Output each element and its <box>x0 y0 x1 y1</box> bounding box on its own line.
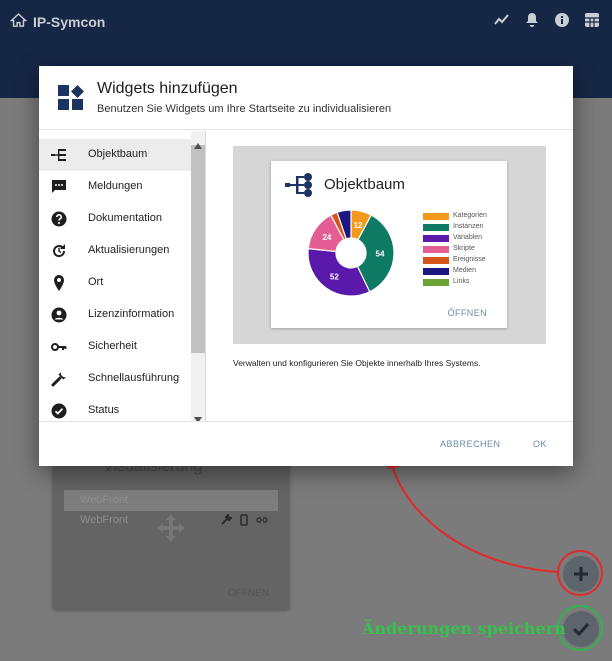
bell-icon[interactable] <box>524 12 540 28</box>
widget-item-label: Objektbaum <box>88 148 148 160</box>
ok-button[interactable]: OK <box>533 439 547 449</box>
account-icon <box>51 307 67 323</box>
widget-preview-panel: Objektbaum 12 54 52 24 Kategorien Instanzen V… <box>207 131 573 421</box>
brand[interactable]: IP-Symcon <box>9 12 106 32</box>
update-icon <box>51 243 67 259</box>
legend-swatch <box>423 235 449 242</box>
home-icon <box>9 12 28 32</box>
widget-item-meldungen[interactable]: Meldungen <box>39 171 191 203</box>
key-icon <box>51 339 67 355</box>
tree-icon <box>285 173 315 197</box>
widget-description: Verwalten und konfigurieren Sie Objekte … <box>233 358 481 368</box>
widget-item-label: Schnellausführung <box>88 372 180 384</box>
widget-item-objektbaum[interactable]: Objektbaum <box>39 139 191 171</box>
phone-icon[interactable] <box>238 513 250 531</box>
donut-slice-variablen <box>307 247 371 297</box>
plus-icon <box>574 567 588 581</box>
dialog-header: Widgets hinzufügen Benutzen Sie Widgets … <box>39 66 573 130</box>
dialog-subtitle: Benutzen Sie Widgets um Ihre Startseite … <box>97 103 392 115</box>
widget-item-ort[interactable]: Ort <box>39 267 191 299</box>
link-icon[interactable] <box>256 513 268 531</box>
visualization-open-button[interactable]: ÖFFNEN <box>228 588 269 599</box>
objects-donut-chart: 12 54 52 24 <box>307 209 395 297</box>
donut-data-label: 52 <box>330 273 339 282</box>
legend-entry: Medien <box>423 267 513 277</box>
scrollbar-thumb[interactable] <box>191 145 205 353</box>
scroll-down-arrow-icon[interactable] <box>194 410 202 421</box>
info-icon[interactable] <box>554 12 570 28</box>
widget-item-sicherheit[interactable]: Sicherheit <box>39 331 191 363</box>
donut-data-label: 24 <box>322 233 331 242</box>
app-title: IP-Symcon <box>33 14 106 30</box>
add-widgets-dialog: Widgets hinzufügen Benutzen Sie Widgets … <box>39 66 573 466</box>
save-changes-button[interactable] <box>563 611 599 647</box>
widget-item-label: Aktualisierungen <box>88 244 170 256</box>
widget-preview: Objektbaum 12 54 52 24 Kategorien Instanzen V… <box>233 146 546 344</box>
check-icon <box>572 622 590 637</box>
visualization-row-webfront[interactable]: WebFront <box>64 490 278 511</box>
grid-icon[interactable] <box>584 12 600 28</box>
legend-entry: Variablen <box>423 234 513 244</box>
legend-swatch <box>423 213 449 220</box>
widget-list: Objektbaum Meldungen Dokumentation Aktua… <box>39 131 206 421</box>
preview-card-title: Objektbaum <box>324 176 405 193</box>
legend-swatch <box>423 246 449 253</box>
widget-item-label: Status <box>88 404 120 416</box>
legend-label: Kategorien <box>453 212 487 219</box>
help-icon <box>51 211 67 227</box>
chart-line-icon[interactable] <box>494 12 510 28</box>
widget-item-dokumentation[interactable]: Dokumentation <box>39 203 191 235</box>
widget-item-label: Dokumentation <box>88 212 162 224</box>
add-widget-button[interactable] <box>563 556 599 592</box>
widget-item-schnellausfuehrung[interactable]: Schnellausführung <box>39 363 191 395</box>
legend-label: Variablen <box>453 234 483 241</box>
legend-entry: Links <box>423 278 513 288</box>
check-circle-icon <box>51 403 67 419</box>
widget-item-status[interactable]: Status <box>39 395 191 421</box>
tree-icon <box>51 147 67 163</box>
donut-data-label: 12 <box>354 221 363 230</box>
legend-swatch <box>423 257 449 264</box>
dialog-title: Widgets hinzufügen <box>97 80 238 97</box>
donut-data-label: 54 <box>376 250 385 259</box>
widget-item-label: Meldungen <box>88 180 143 192</box>
legend-label: Instanzen <box>453 223 484 230</box>
wrench-icon[interactable] <box>220 512 234 531</box>
widget-item-aktualisierungen[interactable]: Aktualisierungen <box>39 235 191 267</box>
save-caption: Änderungen speichern <box>362 619 566 638</box>
legend-entry: Skripte <box>423 245 513 255</box>
wrench-icon <box>51 371 67 387</box>
location-icon <box>51 275 67 291</box>
row-actions <box>220 512 268 531</box>
legend-label: Medien <box>453 267 476 274</box>
legend-swatch <box>423 268 449 275</box>
legend-label: Links <box>453 278 470 285</box>
scroll-up-arrow-icon[interactable] <box>194 136 202 149</box>
legend-entry: Ereignisse <box>423 256 513 266</box>
widget-item-label: Ort <box>88 276 104 288</box>
widget-item-label: Lizenzinformation <box>88 308 175 320</box>
preview-open-button: ÖFFNEN <box>447 308 487 318</box>
legend-entry: Kategorien <box>423 212 513 222</box>
preview-card: Objektbaum 12 54 52 24 Kategorien Instanzen V… <box>271 161 507 328</box>
widgets-icon <box>58 85 84 111</box>
legend-label: Ereignisse <box>453 256 486 263</box>
legend-swatch <box>423 279 449 286</box>
header-icons <box>494 12 600 28</box>
widget-item-lizenzinformation[interactable]: Lizenzinformation <box>39 299 191 331</box>
dialog-footer: ABBRECHEN OK <box>39 421 573 466</box>
move-icon[interactable] <box>155 512 187 544</box>
legend-swatch <box>423 224 449 231</box>
legend-entry: Instanzen <box>423 223 513 233</box>
message-icon <box>51 179 67 195</box>
legend-label: Skripte <box>453 245 475 252</box>
widget-item-label: Sicherheit <box>88 340 137 352</box>
cancel-button[interactable]: ABBRECHEN <box>440 439 501 449</box>
